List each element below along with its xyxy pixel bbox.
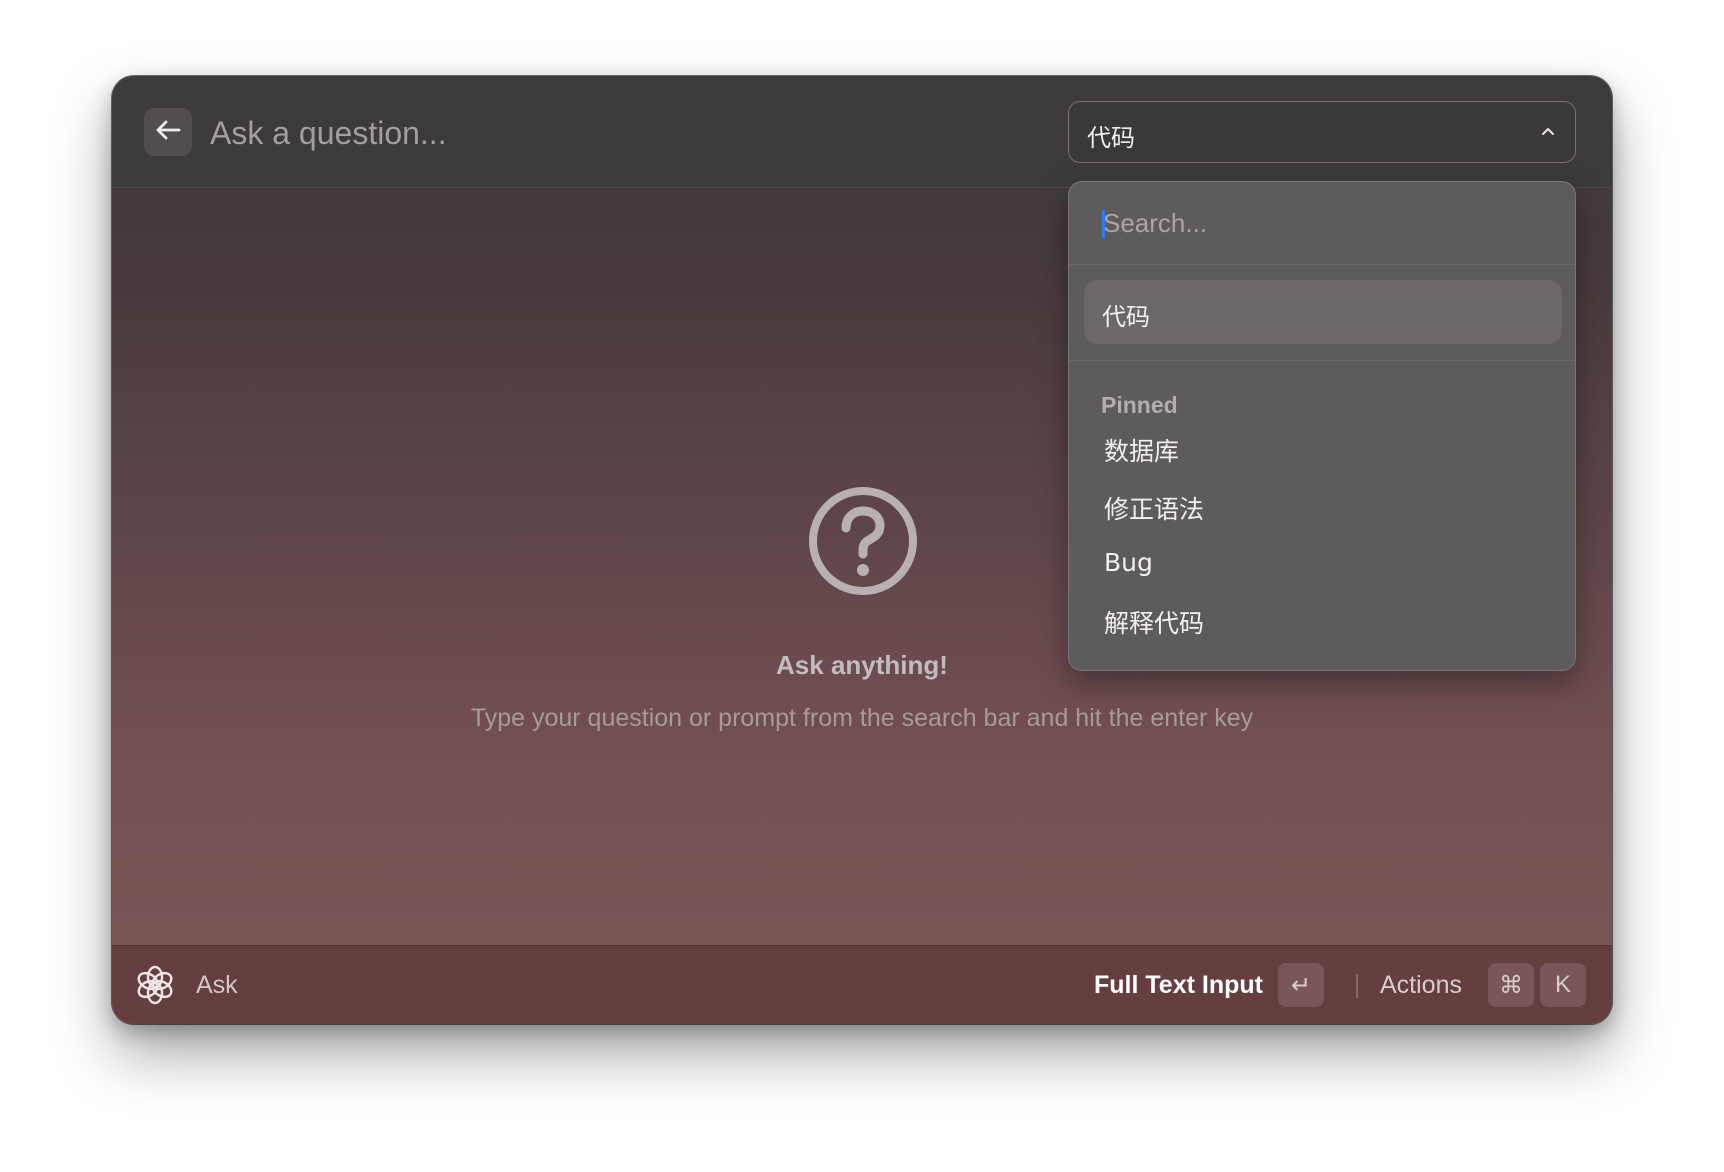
question-circle-icon: [806, 484, 920, 598]
dropdown-item[interactable]: 修正语法: [1104, 490, 1204, 526]
text-caret: [1102, 210, 1105, 238]
arrow-left-icon: [155, 119, 181, 146]
ask-window: 代码 Ask anything! Type your question or p…: [112, 76, 1612, 1024]
command-label: Ask: [196, 971, 238, 999]
k-key: K: [1540, 963, 1586, 1007]
dropdown-search-input[interactable]: [1101, 202, 1545, 244]
command-key-icon: ⌘: [1488, 963, 1534, 1007]
enter-key-icon: ↵: [1278, 963, 1324, 1007]
dropdown-item[interactable]: 数据库: [1104, 432, 1179, 468]
action-bar: Ask Full Text Input ↵ Actions ⌘ K: [112, 945, 1612, 1024]
dropdown-item[interactable]: Bug: [1104, 548, 1153, 577]
dropdown-search: [1069, 182, 1575, 265]
divider: [1356, 974, 1358, 998]
dropdown-item-label: 代码: [1102, 303, 1150, 331]
question-input[interactable]: [208, 104, 1062, 162]
dropdown-item[interactable]: 解释代码: [1104, 604, 1204, 640]
search-bar: 代码: [112, 76, 1612, 188]
chevron-up-icon: [1539, 122, 1557, 145]
empty-state-subtitle: Type your question or prompt from the se…: [470, 704, 1254, 732]
command-dropdown-panel: 代码 Pinned 数据库 修正语法 Bug 解释代码: [1068, 181, 1576, 671]
openai-logo-icon: [134, 964, 176, 1006]
back-button[interactable]: [144, 108, 192, 156]
dropdown-item-selected[interactable]: 代码: [1084, 280, 1562, 344]
divider: [1069, 360, 1575, 361]
actions-button[interactable]: Actions: [1380, 971, 1462, 1000]
full-text-input-button[interactable]: Full Text Input: [1094, 971, 1263, 1000]
command-dropdown-value: 代码: [1087, 124, 1135, 152]
section-title-pinned: Pinned: [1101, 392, 1178, 418]
command-dropdown[interactable]: 代码: [1068, 101, 1576, 163]
